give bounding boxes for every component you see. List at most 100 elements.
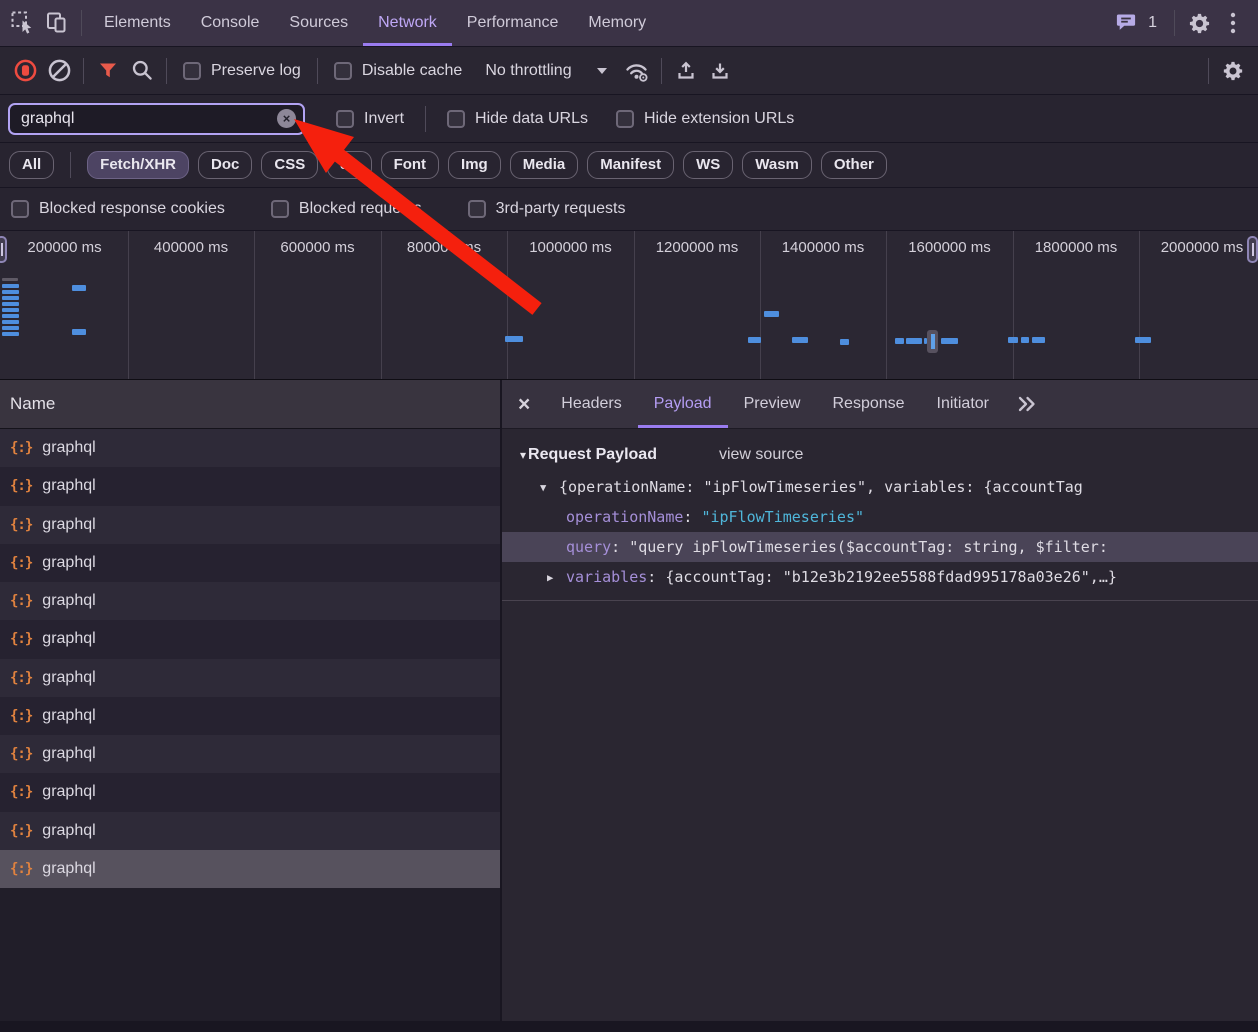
request-name: graphql: [42, 592, 95, 610]
tab-sources[interactable]: Sources: [274, 0, 363, 46]
close-details-icon[interactable]: ×: [502, 394, 545, 415]
request-row[interactable]: {:}graphql: [0, 582, 500, 620]
throttling-select[interactable]: No throttling: [471, 62, 619, 80]
throttling-value: No throttling: [485, 62, 571, 80]
tab-performance[interactable]: Performance: [452, 0, 574, 46]
name-column-header[interactable]: Name: [0, 380, 500, 429]
request-row[interactable]: {:}graphql: [0, 735, 500, 773]
json-braces-icon: {:}: [10, 478, 32, 494]
hide-extension-urls-checkbox[interactable]: Hide extension URLs: [607, 110, 803, 128]
timeline-gridline: [634, 231, 635, 379]
chip-all[interactable]: All: [9, 151, 54, 179]
kebab-menu-icon[interactable]: [1216, 4, 1250, 42]
detail-tab-payload[interactable]: Payload: [638, 380, 728, 428]
timeline-activity-bar: [2, 302, 19, 306]
blocked-cookies-checkbox[interactable]: Blocked response cookies: [2, 200, 234, 218]
chip-css[interactable]: CSS: [261, 151, 318, 179]
timeline-right-handle[interactable]: [1247, 236, 1258, 263]
payload-segment: : {accountTag: "b12e3b2192ee5588fdad9951…: [647, 568, 1117, 586]
detail-tab-preview[interactable]: Preview: [728, 380, 817, 428]
chip-doc[interactable]: Doc: [198, 151, 252, 179]
chip-manifest[interactable]: Manifest: [587, 151, 674, 179]
request-row[interactable]: {:}graphql: [0, 506, 500, 544]
inspect-element-icon[interactable]: [6, 4, 40, 42]
checkbox-box: [616, 110, 634, 128]
settings-gear-icon[interactable]: [1182, 4, 1216, 42]
payload-line[interactable]: ▶variables: {accountTag: "b12e3b2192ee55…: [502, 562, 1258, 592]
request-row[interactable]: {:}graphql: [0, 812, 500, 850]
export-har-icon[interactable]: [703, 52, 737, 90]
chip-fetch-xhr[interactable]: Fetch/XHR: [87, 151, 189, 179]
search-icon[interactable]: [125, 52, 159, 90]
issues-count[interactable]: 1: [1148, 14, 1157, 32]
marker-bar: [931, 334, 935, 349]
chip-other[interactable]: Other: [821, 151, 887, 179]
payload-line[interactable]: ▼{operationName: "ipFlowTimeseries", var…: [502, 472, 1258, 502]
clear-button[interactable]: [42, 52, 76, 90]
payload-line[interactable]: query: "query ipFlowTimeseries($accountT…: [502, 532, 1258, 562]
network-conditions-icon[interactable]: [620, 52, 654, 90]
issues-bubble-icon[interactable]: [1110, 4, 1144, 42]
timeline-activity-bar: [1008, 337, 1018, 343]
request-row[interactable]: {:}graphql: [0, 697, 500, 735]
request-row[interactable]: {:}graphql: [0, 620, 500, 658]
device-toolbar-icon[interactable]: [40, 4, 74, 42]
chip-wasm[interactable]: Wasm: [742, 151, 812, 179]
view-source-link[interactable]: view source: [719, 446, 803, 464]
detail-tab-initiator[interactable]: Initiator: [921, 380, 1005, 428]
payload-line[interactable]: operationName: "ipFlowTimeseries": [502, 502, 1258, 532]
timeline-tick-label: 1000000 ms: [529, 239, 612, 256]
chip-media[interactable]: Media: [510, 151, 579, 179]
selected-request-marker: [927, 330, 938, 353]
expand-triangle-icon[interactable]: ▼: [540, 473, 559, 502]
timeline-canvas[interactable]: 200000 ms400000 ms600000 ms800000 ms1000…: [0, 231, 1258, 380]
expand-triangle-icon[interactable]: ▶: [547, 563, 566, 592]
clear-filter-icon[interactable]: ×: [277, 109, 296, 128]
json-braces-icon: {:}: [10, 440, 32, 456]
divider: [1208, 58, 1209, 84]
request-row[interactable]: {:}graphql: [0, 544, 500, 582]
timeline-activity-bar: [906, 338, 922, 344]
import-har-icon[interactable]: [669, 52, 703, 90]
checkbox-box: [11, 200, 29, 218]
request-name: graphql: [42, 822, 95, 840]
timeline-gridline: [1013, 231, 1014, 379]
network-settings-gear-icon[interactable]: [1216, 52, 1250, 90]
third-party-checkbox[interactable]: 3rd-party requests: [459, 200, 635, 218]
filter-input[interactable]: [14, 110, 277, 128]
hide-data-urls-checkbox[interactable]: Hide data URLs: [438, 110, 597, 128]
detail-tab-headers[interactable]: Headers: [545, 380, 637, 428]
record-button[interactable]: [8, 52, 42, 90]
divider: [317, 58, 318, 84]
request-row[interactable]: {:}graphql: [0, 467, 500, 505]
chip-img[interactable]: Img: [448, 151, 501, 179]
payload-segment: variables: [566, 568, 647, 586]
request-row[interactable]: {:}graphql: [0, 659, 500, 697]
tab-network[interactable]: Network: [363, 0, 452, 46]
preserve-log-checkbox[interactable]: Preserve log: [174, 62, 310, 80]
request-row[interactable]: {:} graphql: [0, 850, 500, 888]
invert-checkbox[interactable]: Invert: [327, 110, 413, 128]
request-row[interactable]: {:}graphql: [0, 773, 500, 811]
divider: [661, 58, 662, 84]
disable-cache-checkbox[interactable]: Disable cache: [325, 62, 472, 80]
json-braces-icon: {:}: [10, 861, 32, 877]
tab-console[interactable]: Console: [186, 0, 275, 46]
chip-font[interactable]: Font: [381, 151, 439, 179]
tab-memory[interactable]: Memory: [573, 0, 661, 46]
request-row[interactable]: {:}graphql: [0, 429, 500, 467]
filter-funnel-icon[interactable]: [91, 52, 125, 90]
chip-ws[interactable]: WS: [683, 151, 733, 179]
timeline-left-handle[interactable]: [0, 236, 7, 263]
timeline-activity-bar: [2, 296, 19, 300]
timeline-gridline: [1139, 231, 1140, 379]
collapse-triangle-icon[interactable]: ▾: [520, 448, 526, 462]
more-detail-tabs-icon[interactable]: [1005, 396, 1049, 412]
request-list-pane: Name {:}graphql{:}graphql{:}graphql{:}gr…: [0, 380, 502, 1032]
detail-tab-response[interactable]: Response: [816, 380, 920, 428]
request-name: graphql: [42, 860, 95, 878]
tab-elements[interactable]: Elements: [89, 0, 186, 46]
timeline-activity-bar: [941, 338, 958, 344]
blocked-requests-checkbox[interactable]: Blocked requests: [262, 200, 431, 218]
chip-js[interactable]: JS: [327, 151, 371, 179]
